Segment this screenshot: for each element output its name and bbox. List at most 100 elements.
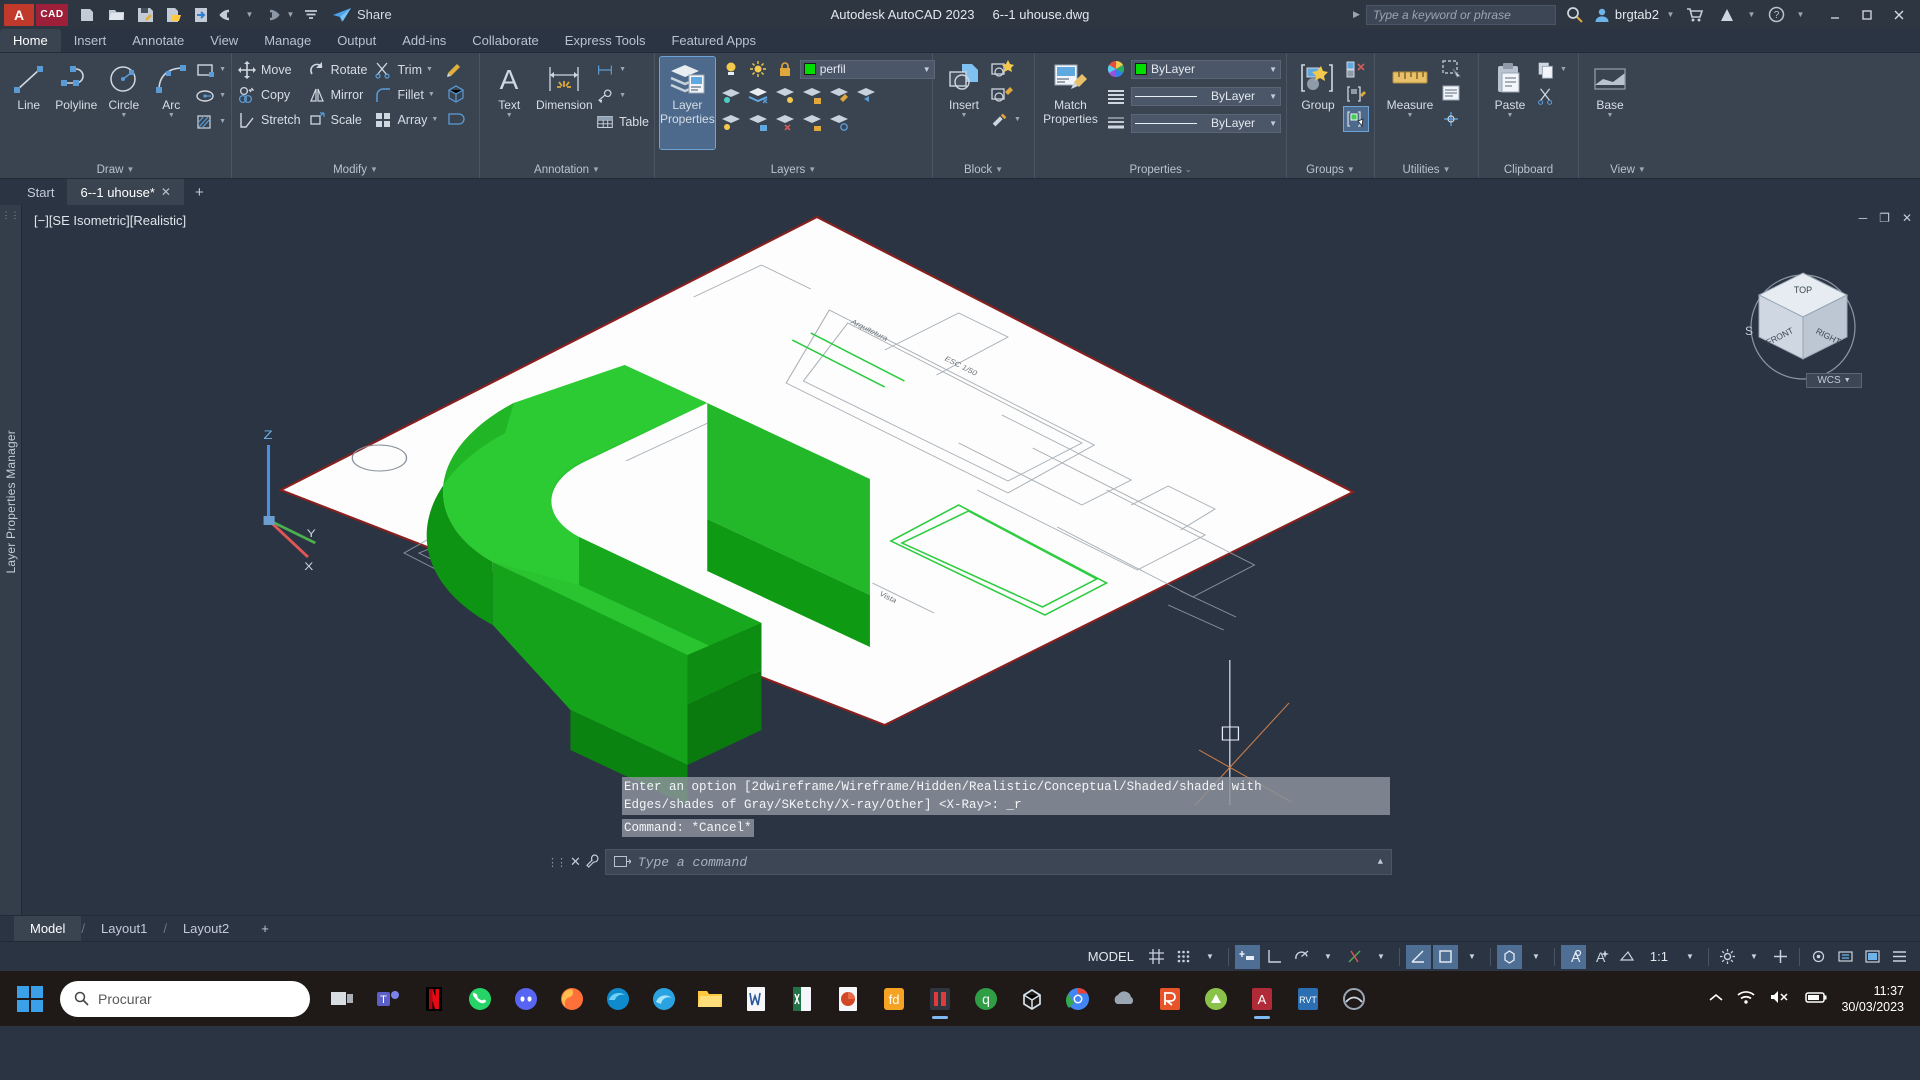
undo-dropdown-icon[interactable]: ▼: [244, 3, 255, 27]
powerpoint-icon[interactable]: [826, 976, 870, 1022]
qat-customize-icon[interactable]: [298, 3, 324, 27]
ribbon-tab-manage[interactable]: Manage: [251, 29, 324, 52]
customization-icon[interactable]: [1887, 945, 1912, 969]
cart-icon[interactable]: [1682, 3, 1708, 27]
cut-clip-button[interactable]: [1536, 83, 1567, 108]
copy-clip-dropdown-icon[interactable]: ▼: [1560, 66, 1567, 73]
current-layer-field[interactable]: perfil ▼: [799, 59, 935, 79]
snap-mode-toggle[interactable]: [1171, 945, 1196, 969]
ribbon-tab-home[interactable]: Home: [0, 29, 61, 52]
layer-lock-icon[interactable]: [773, 57, 797, 81]
taskview-icon[interactable]: [320, 976, 364, 1022]
layer-match-icon[interactable]: [827, 84, 851, 108]
modify-copy-button[interactable]: Copy: [237, 82, 301, 107]
ribbon-tab-output[interactable]: Output: [324, 29, 389, 52]
start-button-icon[interactable]: [6, 976, 54, 1022]
chrome-icon[interactable]: [1056, 976, 1100, 1022]
revit-icon[interactable]: [1148, 976, 1192, 1022]
linetype-dropdown-icon[interactable]: ▼: [1269, 92, 1277, 101]
file-explorer-icon[interactable]: [688, 976, 732, 1022]
groups-panel-expand-icon[interactable]: ▼: [1347, 165, 1355, 174]
lumion-icon[interactable]: [1194, 976, 1238, 1022]
layer-make-current-icon[interactable]: [719, 111, 743, 135]
snap-dropdown-icon[interactable]: ▼: [1198, 945, 1222, 969]
annotation-leader-button[interactable]: ▼: [595, 83, 649, 108]
save-as-icon[interactable]: [160, 3, 186, 27]
draw-ellipse-button[interactable]: ▼: [195, 83, 226, 108]
visual-style-dropdown-icon[interactable]: ▼: [1524, 945, 1548, 969]
help-dropdown-icon[interactable]: ▼: [1795, 3, 1806, 27]
annotation-linear-button[interactable]: ▼: [595, 57, 649, 82]
block-insert-button[interactable]: Insert ▼: [938, 57, 990, 119]
file-tab-drawing[interactable]: 6--1 uhouse* ✕: [67, 179, 184, 205]
paste-button[interactable]: Paste ▼: [1484, 57, 1536, 119]
insert-dropdown-icon[interactable]: ▼: [961, 112, 968, 119]
open-file-icon[interactable]: [104, 3, 130, 27]
modify-move-button[interactable]: Move: [237, 57, 301, 82]
otrack-toggle[interactable]: [1405, 944, 1431, 969]
revit-rvt-icon[interactable]: RVT: [1286, 976, 1330, 1022]
sketchup-icon[interactable]: [1010, 976, 1054, 1022]
ribbon-tab-addins[interactable]: Add-ins: [389, 29, 459, 52]
layers-panel-expand-icon[interactable]: ▼: [808, 165, 816, 174]
ribbon-tab-insert[interactable]: Insert: [61, 29, 120, 52]
view-panel-expand-icon[interactable]: ▼: [1638, 165, 1646, 174]
search-expand-icon[interactable]: ▶: [1353, 9, 1360, 20]
modify-scale-button[interactable]: Scale: [307, 107, 368, 132]
annotation-table-button[interactable]: Table: [595, 109, 649, 134]
search-input[interactable]: Type a keyword or phrase: [1365, 4, 1556, 25]
linetype-select[interactable]: ByLayer ▼: [1131, 86, 1281, 106]
drawing-canvas[interactable]: [−][SE Isometric][Realistic] ─ ❐ ✕ Arqui…: [22, 205, 1920, 915]
measure-button[interactable]: Measure ▼: [1380, 57, 1440, 119]
new-file-tab-button[interactable]: +: [184, 179, 215, 205]
layer-freeze-icon[interactable]: [746, 57, 770, 81]
lineweight-toggle[interactable]: [1432, 944, 1458, 969]
dock-grip-icon[interactable]: ⋮⋮: [2, 210, 20, 220]
workspace-dropdown-icon[interactable]: ▼: [1742, 945, 1766, 969]
layer-unisolate-icon[interactable]: [746, 111, 770, 135]
create-block-icon[interactable]: [990, 57, 1014, 81]
command-bar-settings-icon[interactable]: [586, 853, 600, 871]
layer-delete-icon[interactable]: [800, 111, 824, 135]
offset-icon[interactable]: [444, 107, 468, 131]
osnap-toggle[interactable]: [1342, 945, 1367, 969]
utilities-list-icon[interactable]: [1440, 82, 1464, 106]
workspace-settings-icon[interactable]: [1715, 945, 1740, 969]
visual-style-toggle[interactable]: [1496, 944, 1522, 969]
group-edit-icon[interactable]: [1344, 82, 1368, 106]
wcs-selector[interactable]: WCS ▼: [1806, 373, 1862, 388]
annotation-scale-value[interactable]: 1:1: [1642, 949, 1676, 964]
utilities-panel-expand-icon[interactable]: ▼: [1443, 165, 1451, 174]
layer-isolate-icon[interactable]: [719, 84, 743, 108]
autocad-icon[interactable]: A: [1240, 976, 1284, 1022]
close-tab-icon[interactable]: ✕: [161, 185, 171, 199]
layer-merge-icon[interactable]: [773, 111, 797, 135]
layer-freeze-obj-icon[interactable]: [746, 84, 770, 108]
ribbon-tab-view[interactable]: View: [197, 29, 251, 52]
layout-tab-layout2[interactable]: Layout2: [167, 916, 245, 941]
redo-dropdown-icon[interactable]: ▼: [285, 3, 296, 27]
taskbar-search-input[interactable]: Procurar: [60, 980, 310, 1017]
cad-badge-icon[interactable]: CAD: [36, 3, 68, 26]
freedownload-icon[interactable]: fd: [872, 976, 916, 1022]
word-icon[interactable]: [734, 976, 778, 1022]
taskbar-clock[interactable]: 11:37 30/03/2023: [1841, 983, 1904, 1015]
navisworks-icon[interactable]: [1332, 976, 1376, 1022]
draw-arc-button[interactable]: Arc ▼: [148, 57, 196, 119]
clean-screen-icon[interactable]: [1860, 945, 1885, 969]
draw-arc-dropdown-icon[interactable]: ▼: [168, 112, 175, 119]
polar-tracking-toggle[interactable]: [1289, 945, 1314, 969]
quick-select-icon[interactable]: [1440, 57, 1464, 81]
layer-lock-obj-icon[interactable]: [800, 84, 824, 108]
array-dropdown-icon[interactable]: ▼: [431, 116, 438, 123]
ribbon-tab-annotate[interactable]: Annotate: [119, 29, 197, 52]
file-tab-start[interactable]: Start: [14, 179, 67, 205]
model-space-button[interactable]: MODEL: [1080, 949, 1142, 964]
ortho-mode-toggle[interactable]: [1262, 945, 1287, 969]
layer-off-obj-icon[interactable]: [773, 84, 797, 108]
fillet-dropdown-icon[interactable]: ▼: [428, 91, 435, 98]
close-window-button[interactable]: [1884, 3, 1914, 27]
paste-dropdown-icon[interactable]: ▼: [1507, 112, 1514, 119]
autocad-logo-icon[interactable]: A: [4, 3, 34, 26]
ribbon-tab-express-tools[interactable]: Express Tools: [552, 29, 659, 52]
